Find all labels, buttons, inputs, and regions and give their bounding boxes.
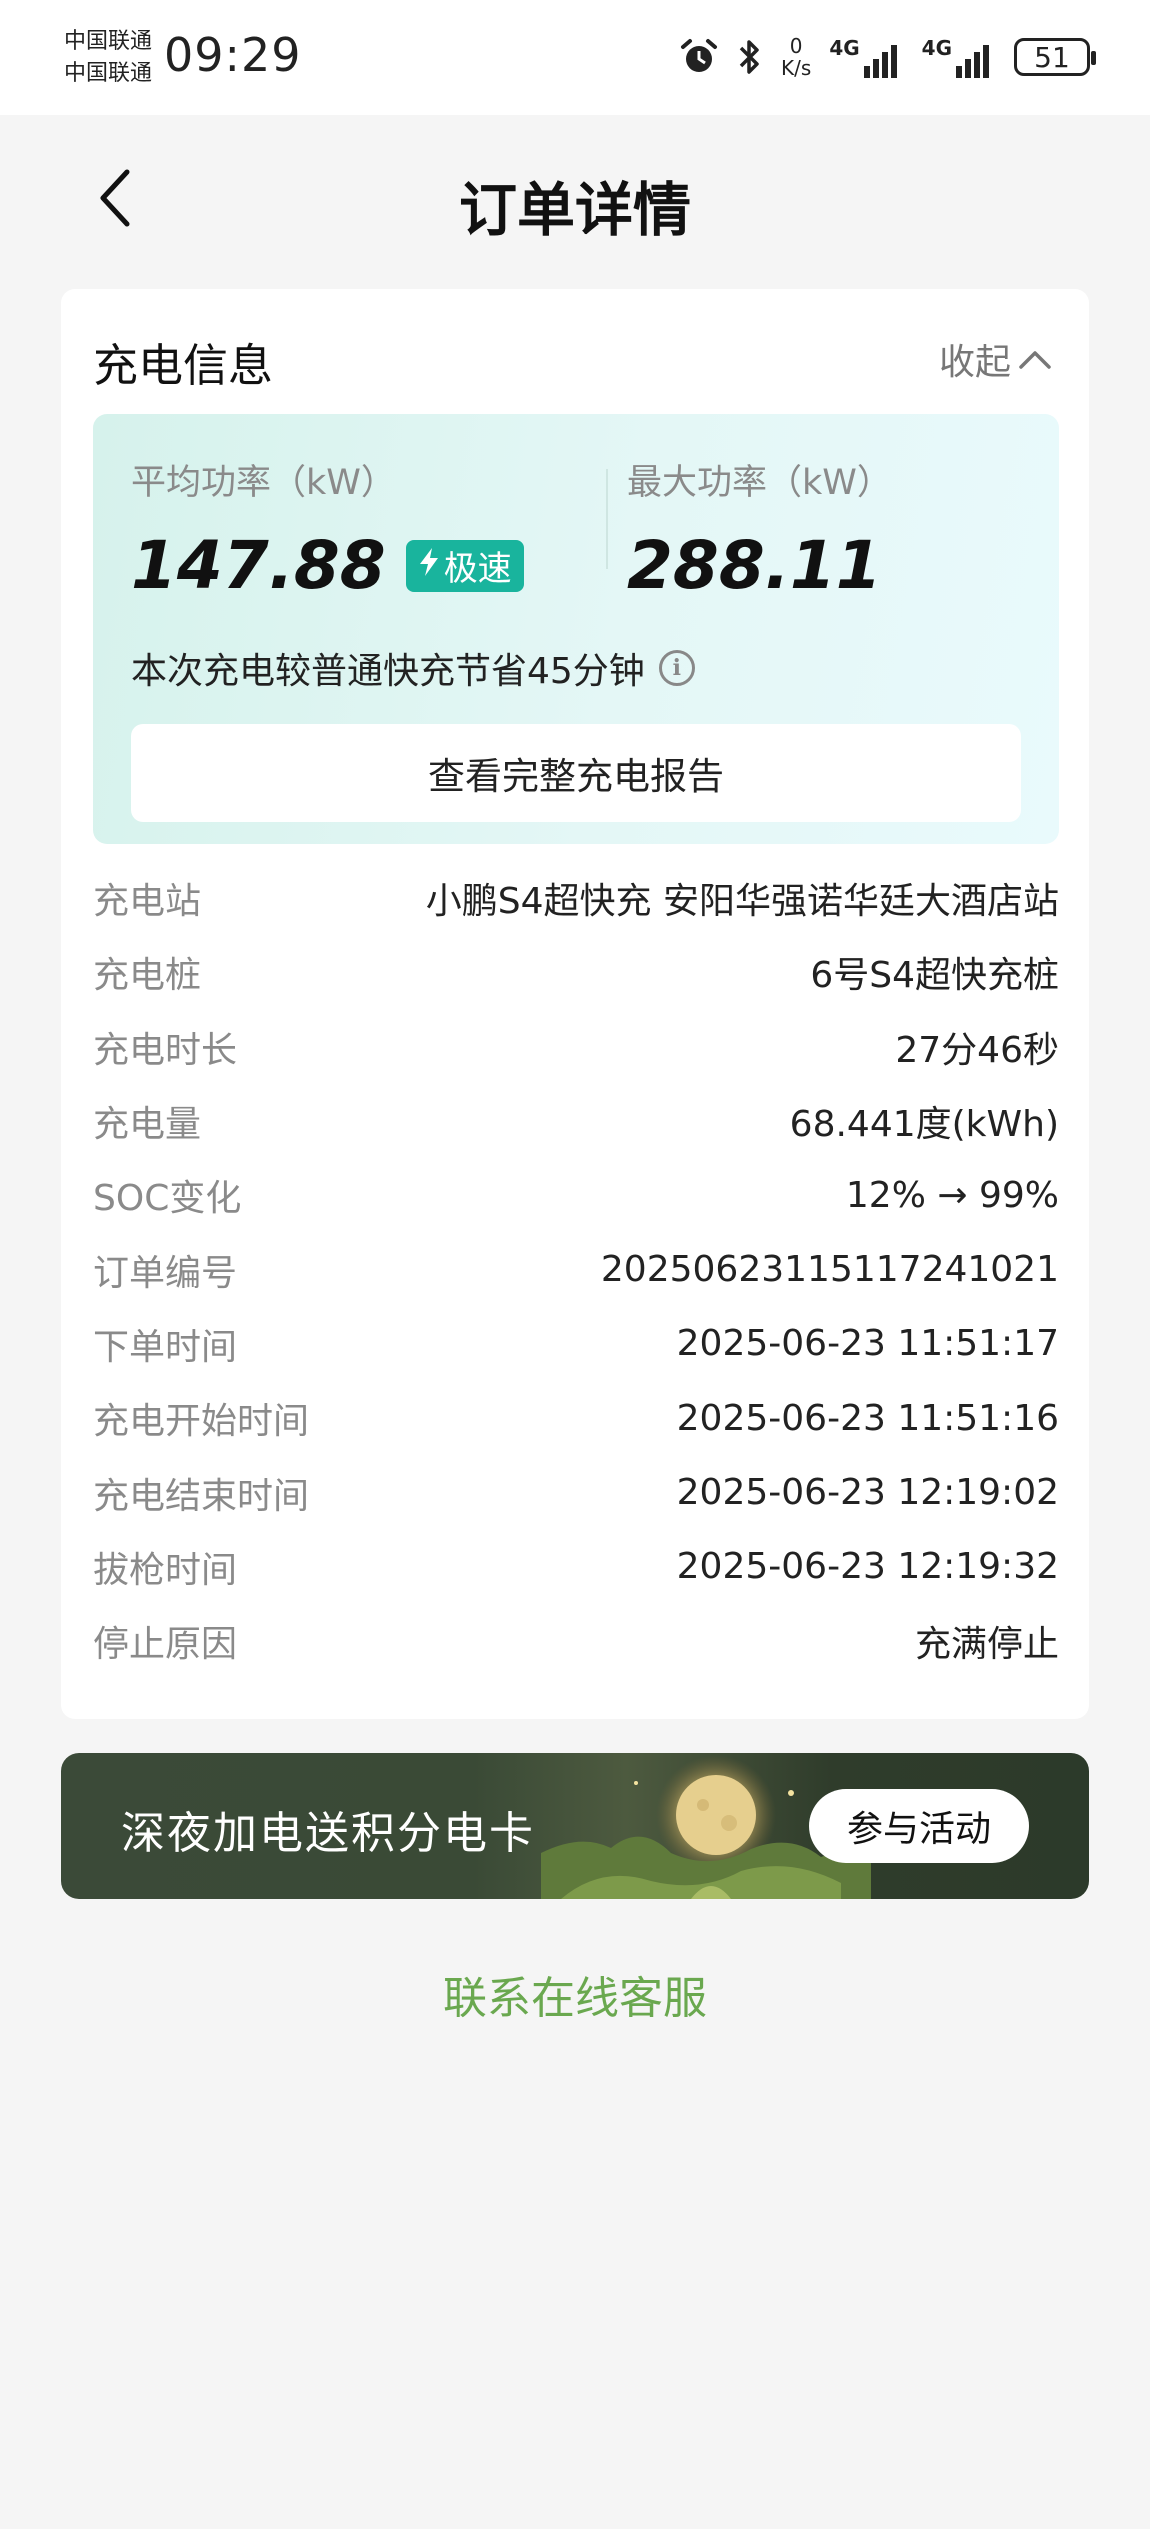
detail-label: 充电桩 — [93, 955, 202, 997]
promo-banner[interactable]: 深夜加电送积分电卡 参与活动 — [61, 1753, 1089, 1899]
chevron-up-icon — [1017, 339, 1053, 380]
max-power-label: 最大功率（kW） — [627, 463, 892, 503]
detail-label: 订单编号 — [93, 1252, 238, 1294]
time-saved-text: 本次充电较普通快充节省45分钟 — [131, 651, 645, 692]
carrier-info: 中国联通 中国联通 — [64, 26, 152, 90]
detail-value: 2025-06-23 12:19:32 — [676, 1546, 1059, 1588]
detail-value: 2025-06-23 11:51:17 — [676, 1323, 1059, 1365]
detail-row-stop-reason: 停止原因 充满停止 — [93, 1604, 1059, 1678]
battery-icon: 51 — [1014, 38, 1096, 76]
detail-label: 充电量 — [93, 1104, 202, 1146]
lightning-icon — [418, 546, 440, 586]
detail-label: 充电站 — [93, 881, 202, 923]
status-time: 09:29 — [164, 28, 302, 82]
alarm-icon — [679, 37, 719, 77]
detail-row-unplug-time: 拔枪时间 2025-06-23 12:19:32 — [93, 1530, 1059, 1604]
speed-value: 0 — [789, 34, 803, 58]
detail-row-start-time: 充电开始时间 2025-06-23 11:51:16 — [93, 1381, 1059, 1455]
detail-label: 充电开始时间 — [93, 1401, 310, 1443]
network-type-2: 4G — [921, 36, 952, 60]
join-activity-button[interactable]: 参与活动 — [809, 1789, 1029, 1863]
status-icons: 0 K/s 4G 4G 51 — [679, 30, 1096, 84]
detail-row-pile: 充电桩 6号S4超快充桩 — [93, 935, 1059, 1009]
bluetooth-icon — [737, 37, 763, 77]
detail-value: 2025062311511724​1021 — [600, 1249, 1059, 1291]
max-power: 最大功率（kW） 288.11 — [627, 454, 892, 604]
detail-row-station: 充电站 小鹏S4超快充 安阳华强诺华廷大酒店站 — [93, 861, 1059, 935]
detail-value: 充满停止 — [914, 1624, 1059, 1666]
detail-row-order-time: 下单时间 2025-06-23 11:51:17 — [93, 1307, 1059, 1381]
page-title: 订单详情 — [458, 176, 691, 244]
detail-label: 停止原因 — [93, 1624, 238, 1666]
detail-list: 充电站 小鹏S4超快充 安阳华强诺华廷大酒店站 充电桩 6号S4超快充桩 充电时… — [93, 861, 1059, 1678]
max-power-value: 288.11 — [627, 527, 882, 604]
card-title: 充电信息 — [93, 339, 274, 392]
network-type-1: 4G — [829, 36, 860, 60]
fast-badge: 极速 — [405, 539, 524, 592]
detail-row-order-id: 订单编号 2025062311511724​1021 — [93, 1232, 1059, 1306]
fast-badge-label: 极速 — [443, 549, 512, 589]
power-summary: 平均功率（kW） 147.88 极速 最大功率（kW） 288.11 本次充电较… — [93, 414, 1059, 844]
signal-bars-icon — [956, 40, 996, 78]
avg-power: 平均功率（kW） 147.88 极速 — [131, 454, 524, 604]
detail-row-duration: 充电时长 27分46秒 — [93, 1010, 1059, 1084]
collapse-label: 收起 — [938, 342, 1011, 383]
promo-text: 深夜加电送积分电卡 — [121, 1808, 535, 1859]
detail-row-end-time: 充电结束时间 2025-06-23 12:19:02 — [93, 1455, 1059, 1529]
charging-info-card: 充电信息 收起 平均功率（kW） 147.88 极速 最大功率（kW） 288.… — [61, 289, 1089, 1719]
detail-value: 27分46秒 — [895, 1029, 1059, 1071]
detail-label: SOC变化 — [93, 1178, 242, 1220]
detail-value: 6号S4超快充桩 — [810, 955, 1059, 997]
carrier-1: 中国联通 — [64, 29, 153, 54]
signal-2: 4G — [922, 36, 996, 78]
power-divider — [606, 469, 608, 569]
detail-label: 充电时长 — [93, 1029, 238, 1071]
view-report-button[interactable]: 查看完整充电报告 — [131, 724, 1021, 822]
online-service-link[interactable]: 联系在线客服 — [0, 1962, 1150, 2026]
detail-label: 下单时间 — [93, 1326, 238, 1368]
max-power-row: 288.11 — [627, 527, 892, 604]
detail-label: 拔枪时间 — [93, 1549, 238, 1591]
signal-bars-icon — [863, 40, 904, 78]
avg-power-row: 147.88 极速 — [131, 527, 524, 604]
detail-value: 68.441度(kWh) — [789, 1104, 1059, 1146]
detail-value: 12% → 99% — [845, 1174, 1059, 1216]
avg-power-value: 147.88 — [131, 527, 386, 604]
battery-level: 51 — [1034, 40, 1070, 74]
avg-power-label: 平均功率（kW） — [131, 463, 396, 503]
detail-label: 充电结束时间 — [93, 1475, 310, 1517]
detail-row-soc: SOC变化 12% → 99% — [93, 1158, 1059, 1232]
network-speed: 0 K/s — [781, 35, 811, 79]
time-saved-note: 本次充电较普通快充节省45分钟 i — [131, 642, 695, 694]
detail-row-energy: 充电量 68.441度(kWh) — [93, 1084, 1059, 1158]
signal-1: 4G — [829, 36, 903, 78]
detail-value: 2025-06-23 12:19:02 — [676, 1472, 1059, 1514]
info-icon[interactable]: i — [658, 650, 695, 686]
detail-value: 2025-06-23 11:51:16 — [676, 1397, 1059, 1439]
status-bar: 中国联通 中国联通 09:29 0 K/s 4G 4G 51 — [0, 0, 1150, 115]
speed-unit: K/s — [781, 56, 812, 80]
collapse-toggle[interactable]: 收起 — [939, 333, 1053, 385]
carrier-2: 中国联通 — [64, 61, 153, 86]
detail-value: 小鹏S4超快充 安阳华强诺华廷大酒店站 — [425, 881, 1059, 923]
nav-bar: 订单详情 — [0, 115, 1150, 285]
